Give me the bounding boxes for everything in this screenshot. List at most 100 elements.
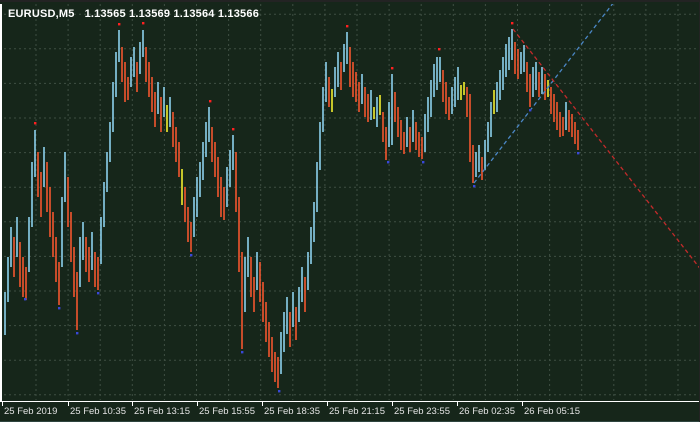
candle: [391, 74, 393, 145]
fractal-up-dot: [232, 128, 234, 130]
candle: [199, 162, 201, 197]
fractal-up-dot: [118, 23, 120, 25]
candle: [280, 332, 282, 374]
candle: [574, 122, 576, 144]
candle: [448, 97, 450, 120]
candle: [262, 282, 264, 322]
candle: [400, 120, 402, 150]
candle: [103, 182, 105, 227]
time-axis[interactable]: 25 Feb 201925 Feb 10:3525 Feb 13:1525 Fe…: [0, 402, 700, 421]
candle: [337, 52, 339, 87]
candle: [382, 112, 384, 142]
candle: [334, 67, 336, 97]
candle: [379, 95, 381, 115]
fractal-down-dot: [76, 332, 78, 334]
candle: [373, 107, 375, 119]
fractal-up-dot: [34, 122, 36, 124]
candle: [541, 67, 543, 94]
candle: [61, 197, 63, 267]
fractal-down-dot: [577, 152, 579, 154]
candle: [274, 352, 276, 382]
candle: [469, 94, 471, 162]
fractal-up-dot: [391, 67, 393, 69]
candle: [256, 252, 258, 290]
candle: [376, 97, 378, 127]
time-axis-label: 25 Feb 21:15: [329, 406, 385, 417]
fractal-down-dot: [529, 109, 531, 111]
fractal-up-dot: [142, 22, 144, 24]
time-axis-label: 25 Feb 10:35: [70, 406, 126, 417]
candle: [358, 82, 360, 112]
candle: [409, 127, 411, 152]
candle: [28, 217, 30, 272]
candle: [232, 135, 234, 170]
fractals-layer: [24, 22, 579, 392]
candle: [523, 45, 525, 72]
fractal-down-dot: [278, 390, 280, 392]
candle: [310, 227, 312, 264]
fractal-down-dot: [190, 254, 192, 256]
fractal-down-dot: [473, 185, 475, 187]
fractal-down-dot: [387, 161, 389, 163]
candle: [238, 197, 240, 272]
resistance-trendline[interactable]: [513, 29, 700, 271]
time-axis-tick: [327, 402, 328, 406]
candle: [535, 62, 537, 90]
candle: [112, 82, 114, 132]
candle: [139, 42, 141, 74]
trendlines-layer: [474, 4, 700, 271]
chart-area[interactable]: EURUSD,M51.13565 1.13569 1.13564 1.13566: [0, 4, 699, 401]
candle: [295, 307, 297, 340]
candle: [79, 237, 81, 287]
candle: [454, 77, 456, 107]
candle: [205, 122, 207, 157]
candle: [244, 257, 246, 312]
candle: [16, 217, 18, 257]
candle: [529, 74, 531, 107]
candle: [421, 137, 423, 159]
candle: [502, 57, 504, 90]
candle: [442, 70, 444, 102]
support-trendline[interactable]: [474, 4, 614, 183]
candle: [481, 157, 483, 180]
price-chart-canvas[interactable]: [2, 4, 700, 401]
candle: [304, 277, 306, 312]
candle: [172, 112, 174, 147]
candle: [286, 297, 288, 334]
candle: [268, 322, 270, 357]
candle: [424, 114, 426, 152]
candles-layer: [4, 29, 579, 388]
candle: [559, 112, 561, 137]
candle: [460, 85, 462, 100]
candle: [451, 87, 453, 114]
candle: [109, 122, 111, 162]
candle: [568, 110, 570, 132]
candle: [250, 257, 252, 297]
candle: [394, 92, 396, 122]
mt4-chart-window: EURUSD,M51.13565 1.13569 1.13564 1.13566…: [0, 0, 700, 422]
candle: [91, 232, 93, 270]
candle: [223, 187, 225, 220]
candle: [202, 142, 204, 180]
candle: [553, 94, 555, 122]
candle: [526, 62, 528, 92]
candle: [118, 30, 120, 62]
candle: [367, 94, 369, 122]
candle: [220, 177, 222, 217]
fractal-up-dot: [209, 100, 211, 102]
candle: [577, 130, 579, 150]
candle: [490, 102, 492, 137]
candle: [259, 262, 261, 302]
candle: [73, 247, 75, 297]
candle: [166, 105, 168, 132]
candle: [550, 87, 552, 114]
fractal-down-dot: [24, 298, 26, 300]
candle: [430, 80, 432, 117]
time-axis-tick: [522, 402, 523, 406]
candle: [328, 77, 330, 107]
time-axis-label: 26 Feb 02:35: [459, 406, 515, 417]
candle: [55, 237, 57, 282]
time-axis-tick: [262, 402, 263, 406]
candle: [298, 287, 300, 322]
candle: [352, 62, 354, 97]
